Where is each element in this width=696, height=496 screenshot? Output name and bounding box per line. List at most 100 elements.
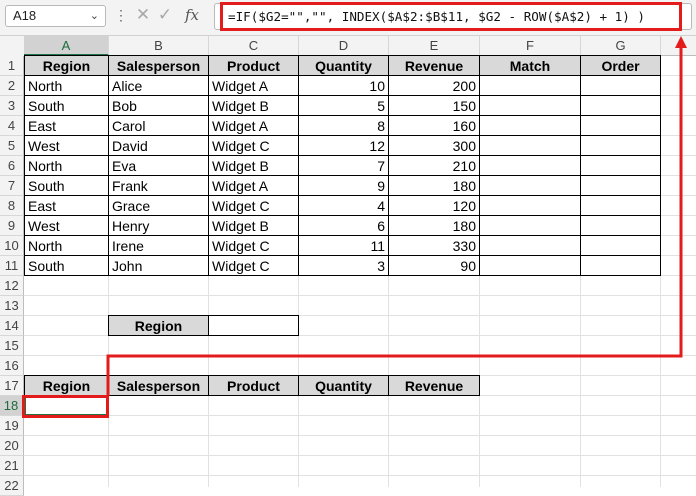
enter-check-icon[interactable]: ✓ xyxy=(155,4,175,26)
table-cell[interactable]: Widget A xyxy=(208,115,299,136)
table-cell[interactable]: David xyxy=(108,135,209,156)
header-cell-order[interactable]: Order xyxy=(580,55,661,76)
table-cell[interactable]: Eva xyxy=(108,155,209,176)
header-cell-quantity[interactable]: Quantity xyxy=(298,55,389,76)
table-cell[interactable]: 4 xyxy=(298,195,389,216)
table-cell[interactable] xyxy=(479,175,581,196)
row-header-selected[interactable]: 18 xyxy=(0,396,24,416)
result-header-quantity[interactable]: Quantity xyxy=(298,375,389,396)
table-cell[interactable] xyxy=(479,235,581,256)
table-cell[interactable]: Widget B xyxy=(208,155,299,176)
row-header[interactable]: 21 xyxy=(0,456,24,476)
table-cell[interactable] xyxy=(479,75,581,96)
name-box[interactable]: A18 ⌄ xyxy=(5,5,106,27)
table-cell[interactable]: North xyxy=(24,155,109,176)
row-header[interactable]: 3 xyxy=(0,96,24,116)
table-cell[interactable]: Widget C xyxy=(208,195,299,216)
table-cell[interactable]: Frank xyxy=(108,175,209,196)
table-cell[interactable]: 7 xyxy=(298,155,389,176)
table-cell[interactable]: South xyxy=(24,95,109,116)
table-cell[interactable]: 180 xyxy=(388,215,480,236)
table-cell[interactable]: North xyxy=(24,75,109,96)
table-cell[interactable]: 90 xyxy=(388,255,480,276)
header-cell-region[interactable]: Region xyxy=(24,55,109,76)
table-cell[interactable] xyxy=(479,95,581,116)
table-cell[interactable]: Bob xyxy=(108,95,209,116)
row-header[interactable]: 2 xyxy=(0,76,24,96)
table-cell[interactable]: Irene xyxy=(108,235,209,256)
table-cell[interactable]: 5 xyxy=(298,95,389,116)
table-cell[interactable]: Widget C xyxy=(208,235,299,256)
table-cell[interactable]: South xyxy=(24,255,109,276)
row-header[interactable]: 13 xyxy=(0,296,24,316)
row-header[interactable]: 7 xyxy=(0,176,24,196)
cancel-icon[interactable]: ✕ xyxy=(133,4,153,26)
chevron-down-icon[interactable]: ⌄ xyxy=(90,6,99,26)
table-cell[interactable]: 210 xyxy=(388,155,480,176)
table-cell[interactable]: Alice xyxy=(108,75,209,96)
table-cell[interactable]: 330 xyxy=(388,235,480,256)
table-cell[interactable]: 8 xyxy=(298,115,389,136)
row-header[interactable]: 22 xyxy=(0,476,24,496)
criteria-label[interactable]: Region xyxy=(108,315,209,336)
header-cell-salesperson[interactable]: Salesperson xyxy=(108,55,209,76)
row-header[interactable]: 11 xyxy=(0,256,24,276)
row-header[interactable]: 9 xyxy=(0,216,24,236)
table-cell[interactable] xyxy=(580,175,661,196)
row-header[interactable]: 8 xyxy=(0,196,24,216)
column-header-c[interactable]: C xyxy=(209,36,299,56)
table-cell[interactable]: West xyxy=(24,215,109,236)
table-cell[interactable]: 6 xyxy=(298,215,389,236)
column-header-a[interactable]: A xyxy=(24,36,109,56)
table-cell[interactable] xyxy=(479,115,581,136)
table-cell[interactable] xyxy=(479,215,581,236)
row-header[interactable]: 4 xyxy=(0,116,24,136)
table-cell[interactable] xyxy=(580,75,661,96)
more-options-icon[interactable]: ⋮ xyxy=(114,6,128,24)
column-header-e[interactable]: E xyxy=(389,36,480,56)
result-header-region[interactable]: Region xyxy=(24,375,109,396)
table-cell[interactable]: Widget B xyxy=(208,215,299,236)
row-header[interactable]: 15 xyxy=(0,336,24,356)
table-cell[interactable]: South xyxy=(24,175,109,196)
table-cell[interactable]: West xyxy=(24,135,109,156)
result-header-revenue[interactable]: Revenue xyxy=(388,375,480,396)
table-cell[interactable]: North xyxy=(24,235,109,256)
table-cell[interactable]: 10 xyxy=(298,75,389,96)
table-cell[interactable] xyxy=(479,155,581,176)
header-cell-match[interactable]: Match xyxy=(479,55,581,76)
row-header[interactable]: 14 xyxy=(0,316,24,336)
table-cell[interactable]: 180 xyxy=(388,175,480,196)
table-cell[interactable]: 160 xyxy=(388,115,480,136)
table-cell[interactable]: Widget A xyxy=(208,175,299,196)
table-cell[interactable]: 120 xyxy=(388,195,480,216)
table-cell[interactable]: Henry xyxy=(108,215,209,236)
table-cell[interactable] xyxy=(580,95,661,116)
row-header[interactable]: 16 xyxy=(0,356,24,376)
table-cell[interactable]: 200 xyxy=(388,75,480,96)
table-cell[interactable] xyxy=(580,195,661,216)
table-cell[interactable] xyxy=(580,255,661,276)
table-cell[interactable]: East xyxy=(24,195,109,216)
table-cell[interactable]: 11 xyxy=(298,235,389,256)
table-cell[interactable] xyxy=(580,135,661,156)
table-cell[interactable]: 3 xyxy=(298,255,389,276)
row-header[interactable]: 20 xyxy=(0,436,24,456)
criteria-input-cell[interactable] xyxy=(208,315,299,336)
row-header[interactable]: 19 xyxy=(0,416,24,436)
column-header-b[interactable]: B xyxy=(109,36,209,56)
table-cell[interactable] xyxy=(580,215,661,236)
table-cell[interactable]: 150 xyxy=(388,95,480,116)
table-cell[interactable] xyxy=(580,235,661,256)
table-cell[interactable]: 300 xyxy=(388,135,480,156)
table-cell[interactable]: 12 xyxy=(298,135,389,156)
row-header[interactable]: 12 xyxy=(0,276,24,296)
column-header-h[interactable] xyxy=(661,36,696,56)
insert-function-icon[interactable]: fx xyxy=(180,4,204,26)
table-cell[interactable]: Widget C xyxy=(208,135,299,156)
table-cell[interactable] xyxy=(580,115,661,136)
row-header[interactable]: 6 xyxy=(0,156,24,176)
table-cell[interactable]: East xyxy=(24,115,109,136)
table-cell[interactable] xyxy=(479,255,581,276)
table-cell[interactable]: 9 xyxy=(298,175,389,196)
